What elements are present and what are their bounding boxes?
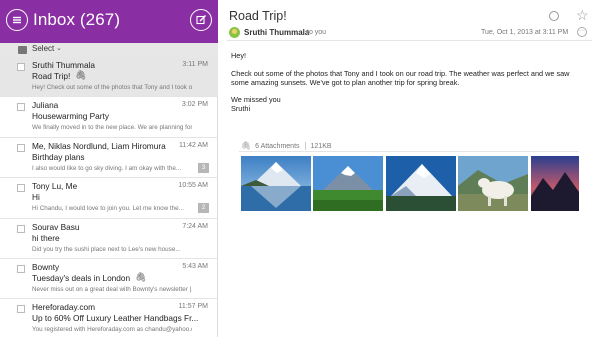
mail-checkbox[interactable]: [17, 63, 25, 71]
recipient-label: to you: [307, 29, 327, 36]
greeting: Hey!: [231, 51, 247, 60]
mail-preview: Never miss out on a great deal with Bown…: [32, 285, 192, 293]
closing-line: We missed you: [231, 95, 281, 104]
attachments-bar: 🖇 6 Attachments 121KB: [241, 141, 332, 151]
body-paragraph: Check out some of the photos that Tony a…: [231, 68, 570, 87]
attachments-divider: [239, 151, 579, 152]
mail-subject: Hi: [32, 192, 40, 203]
select-all-checkbox[interactable]: [18, 46, 27, 54]
mail-subject: Housewarming Party: [32, 111, 110, 122]
mail-preview: I also would like to go sky diving. I am…: [32, 164, 182, 172]
reading-pane: Road Trip! ☆ Sruthi Thummala to you Tue,…: [219, 0, 600, 337]
mail-checkbox[interactable]: [17, 305, 25, 314]
mail-checkbox[interactable]: [17, 224, 25, 233]
attachment-thumbnail[interactable]: [386, 156, 456, 211]
mail-sender: Hereforaday.com: [32, 302, 96, 313]
thread-count-badge: 3: [198, 162, 209, 173]
attachment-thumbnail[interactable]: [531, 156, 579, 211]
mail-time: 3:02 PM: [181, 101, 208, 109]
list-item[interactable]: Sourav Basu 7:24 AM hi there Did you try th…: [0, 219, 218, 259]
mail-time: 5:43 AM: [182, 262, 208, 270]
sender-name[interactable]: Sruthi Thummala: [244, 28, 309, 37]
mail-time: 3:11 PM: [182, 61, 208, 68]
inbox-header: Inbox (267): [0, 0, 218, 43]
header-divider: [227, 40, 592, 41]
mail-time: 10:55 AM: [178, 182, 208, 190]
mail-subject: Tuesday's deals in London: [32, 272, 131, 283]
compose-icon[interactable]: [190, 9, 212, 31]
mail-checkbox[interactable]: [17, 103, 25, 112]
paperclip-icon: 🖇: [135, 271, 147, 282]
message-body: Hey! Check out some of the photos that T…: [231, 51, 586, 113]
message-list-pane: Inbox (267) Select ⌄ Sruthi Thummala 3:11…: [0, 0, 218, 337]
mail-sender: Tony Lu, Me: [32, 181, 78, 192]
mail-preview: Hi Chandu, I would love to join you. Let…: [32, 205, 184, 213]
mail-preview: Hey! Check out some of the photos that T…: [32, 84, 192, 91]
mail-preview: Did you try the sushi place next to Lee'…: [32, 245, 181, 253]
attachment-thumbnail[interactable]: [458, 156, 528, 211]
mail-list: Sruthi Thummala 3:11 PM Road Trip! 🖇 Hey! Ch…: [0, 57, 218, 337]
list-item[interactable]: Juliana 3:02 PM Housewarming Party We final…: [0, 97, 218, 138]
select-label[interactable]: Select: [32, 44, 54, 53]
avatar: [229, 27, 240, 38]
mail-time: 11:42 AM: [178, 141, 208, 149]
mail-checkbox[interactable]: [17, 184, 25, 193]
mail-checkbox[interactable]: [17, 143, 25, 152]
mail-subject: Road Trip!: [32, 71, 71, 81]
mail-sender: Sruthi Thummala: [32, 60, 96, 70]
attachment-thumbnail[interactable]: [241, 156, 311, 211]
mail-sender: Juliana: [32, 100, 59, 111]
message-subject: Road Trip!: [229, 9, 287, 23]
mail-sender: Me, Niklas Nordlund, Liam Hiromura: [32, 140, 166, 151]
mail-subject: Birthday plans: [32, 151, 85, 162]
paperclip-icon: 🖇: [241, 141, 252, 150]
list-item[interactable]: Bownty 5:43 AM Tuesday's deals in London 🖇 N…: [0, 259, 218, 300]
list-item[interactable]: Sruthi Thummala 3:11 PM Road Trip! 🖇 Hey! Ch…: [0, 57, 218, 98]
mail-time: 7:24 AM: [182, 222, 208, 230]
list-item[interactable]: Hereforaday.com 11:57 PM Up to 60% Off Lux…: [0, 299, 218, 337]
message-date: Tue, Oct 1, 2013 at 3:11 PM: [481, 29, 569, 36]
attachments-count[interactable]: 6 Attachments: [255, 143, 299, 150]
mail-preview: You registered with Hereforaday.com as c…: [32, 326, 192, 334]
mail-checkbox[interactable]: [17, 264, 25, 273]
circle-icon[interactable]: [549, 11, 559, 21]
list-item[interactable]: Tony Lu, Me 10:55 AM Hi Hi Chandu, I would …: [0, 178, 218, 219]
attachment-thumbnail[interactable]: [313, 156, 383, 211]
select-bar[interactable]: Select ⌄: [0, 43, 218, 57]
menu-icon[interactable]: [6, 9, 28, 31]
mail-sender: Sourav Basu: [32, 221, 80, 232]
chevron-down-icon[interactable]: ⌄: [56, 44, 62, 52]
paperclip-icon: 🖇: [75, 70, 87, 80]
signature: Sruthi: [231, 104, 251, 113]
mail-time: 11:57 PM: [178, 303, 208, 311]
star-icon[interactable]: ☆: [576, 7, 589, 24]
mail-preview: We finally moved in to the new place. We…: [32, 124, 192, 132]
list-item[interactable]: Me, Niklas Nordlund, Liam Hiromura 11:42 …: [0, 138, 218, 179]
divider: [304, 142, 306, 151]
mail-sender: Bownty: [32, 261, 60, 272]
mail-subject: hi there: [32, 232, 60, 243]
mail-subject: Up to 60% Off Luxury Leather Handbags Fr…: [32, 313, 199, 324]
attachments-size: 121KB: [310, 143, 332, 150]
more-icon[interactable]: ···: [577, 27, 587, 37]
inbox-title: Inbox (267): [33, 10, 121, 29]
thread-count-badge: 2: [198, 203, 209, 214]
